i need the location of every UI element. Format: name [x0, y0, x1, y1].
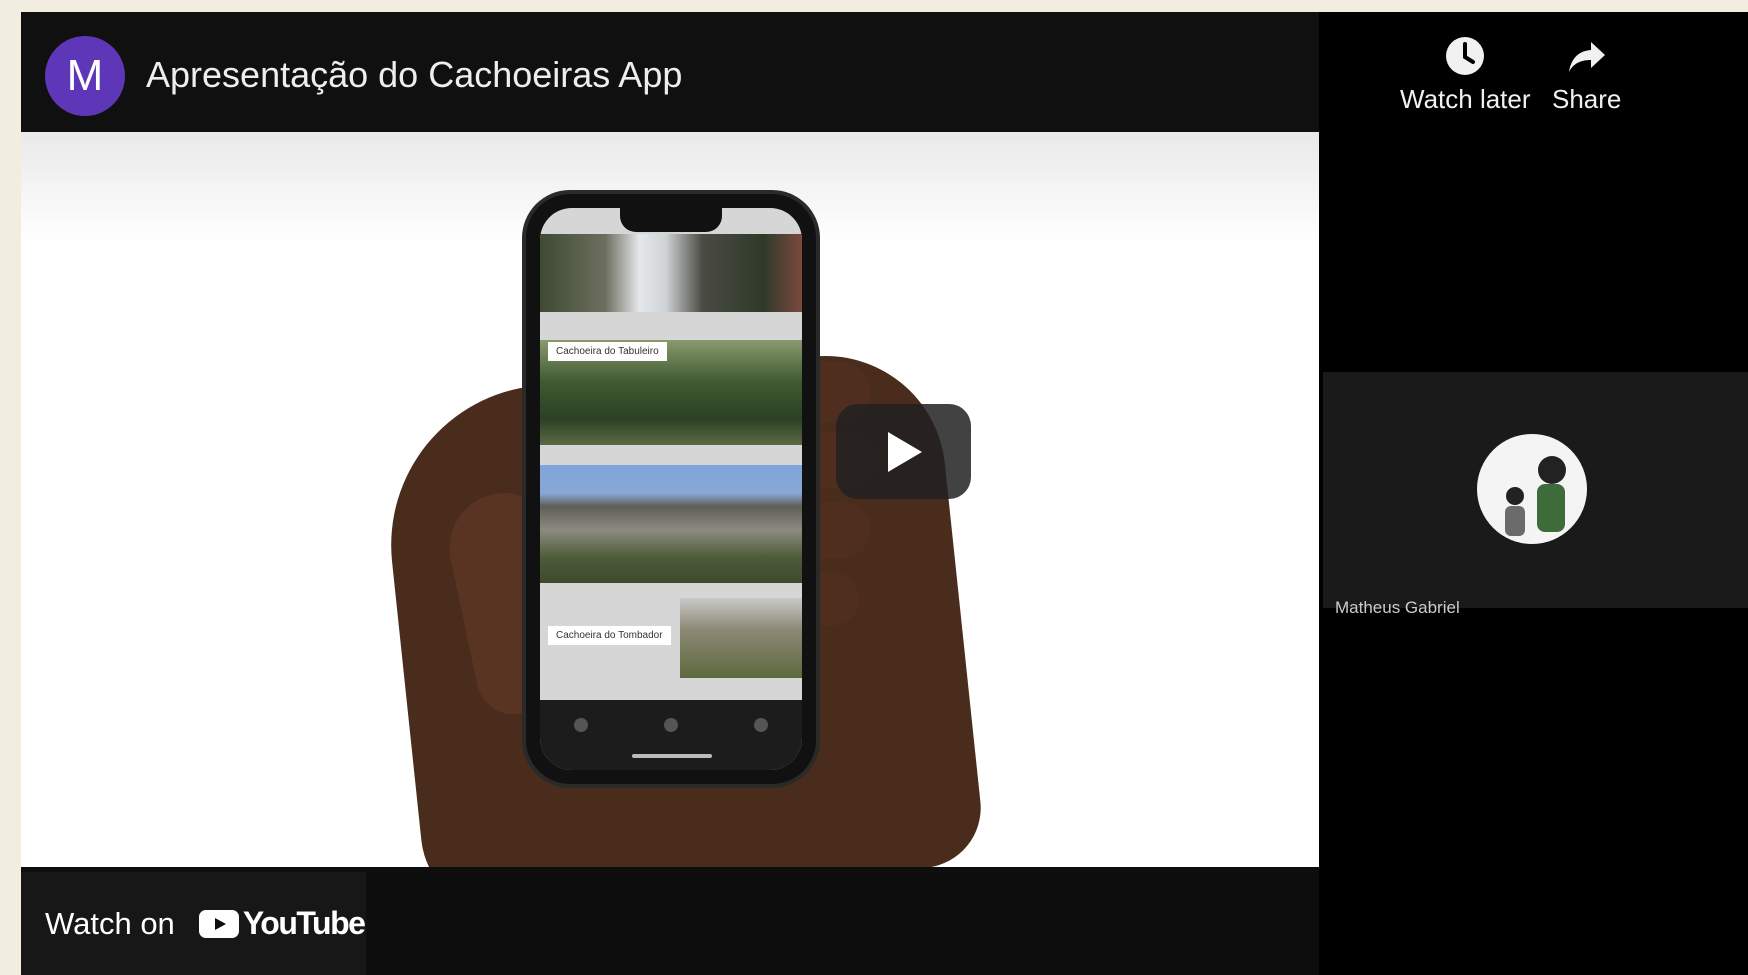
embedded-video-player[interactable]: M Apresentação do Cachoeiras App Cachoei… [21, 12, 1748, 975]
avatar-illustration [1505, 456, 1566, 536]
watch-later-button[interactable]: Watch later [1400, 34, 1531, 115]
play-icon [887, 431, 922, 472]
share-label: Share [1552, 84, 1622, 114]
app-bottom-nav [540, 700, 802, 770]
watch-on-youtube-button[interactable]: Watch on YouTube [21, 872, 366, 975]
search-nav-icon [664, 718, 678, 732]
profile-nav-icon [754, 718, 768, 732]
channel-endcard[interactable]: Matheus Gabriel [1323, 372, 1748, 617]
endcard-channel-name: Matheus Gabriel [1335, 598, 1460, 617]
waterfall-card: Cachoeira do Tombador [540, 598, 802, 678]
youtube-wordmark: YouTube [242, 905, 366, 941]
watch-on-label: Watch on [45, 905, 175, 941]
video-thumbnail[interactable]: Cachoeira do Tabuleiro Cachoeira do Tomb… [21, 132, 1319, 867]
home-indicator-bar [632, 754, 712, 758]
share-button[interactable]: Share [1552, 34, 1621, 115]
video-area[interactable]: M Apresentação do Cachoeiras App Cachoei… [21, 12, 1319, 975]
waterfall-card: Cachoeira do Tabuleiro [540, 320, 802, 445]
endcard-channel-avatar[interactable] [1477, 434, 1587, 544]
side-panel: Watch later Share Matheus Gabriel [1319, 12, 1748, 975]
play-button[interactable] [836, 404, 971, 499]
bottom-bar: Watch on YouTube [21, 872, 1319, 975]
youtube-logo: YouTube [198, 905, 366, 942]
waterfall-photo [680, 598, 802, 678]
waterfall-photo [540, 234, 802, 312]
watch-later-label: Watch later [1400, 84, 1531, 114]
clock-icon [1446, 37, 1485, 75]
title-bar: M Apresentação do Cachoeiras App [21, 12, 1319, 132]
video-title[interactable]: Apresentação do Cachoeiras App [146, 54, 682, 96]
waterfall-card-label: Cachoeira do Tombador [548, 626, 671, 645]
waterfall-card [540, 234, 802, 312]
channel-avatar[interactable]: M [45, 36, 125, 116]
youtube-logo-icon [198, 909, 239, 938]
waterfall-card-label: Cachoeira do Tabuleiro [548, 342, 667, 361]
share-arrow-icon [1568, 42, 1605, 72]
phone-mockup: Cachoeira do Tabuleiro Cachoeira do Tomb… [526, 194, 816, 784]
phone-notch [620, 208, 722, 232]
channel-avatar-letter: M [66, 51, 104, 100]
waterfall-card [540, 465, 802, 583]
home-nav-icon [574, 718, 588, 732]
phone-screen: Cachoeira do Tabuleiro Cachoeira do Tomb… [540, 208, 802, 770]
waterfall-photo [540, 465, 802, 583]
